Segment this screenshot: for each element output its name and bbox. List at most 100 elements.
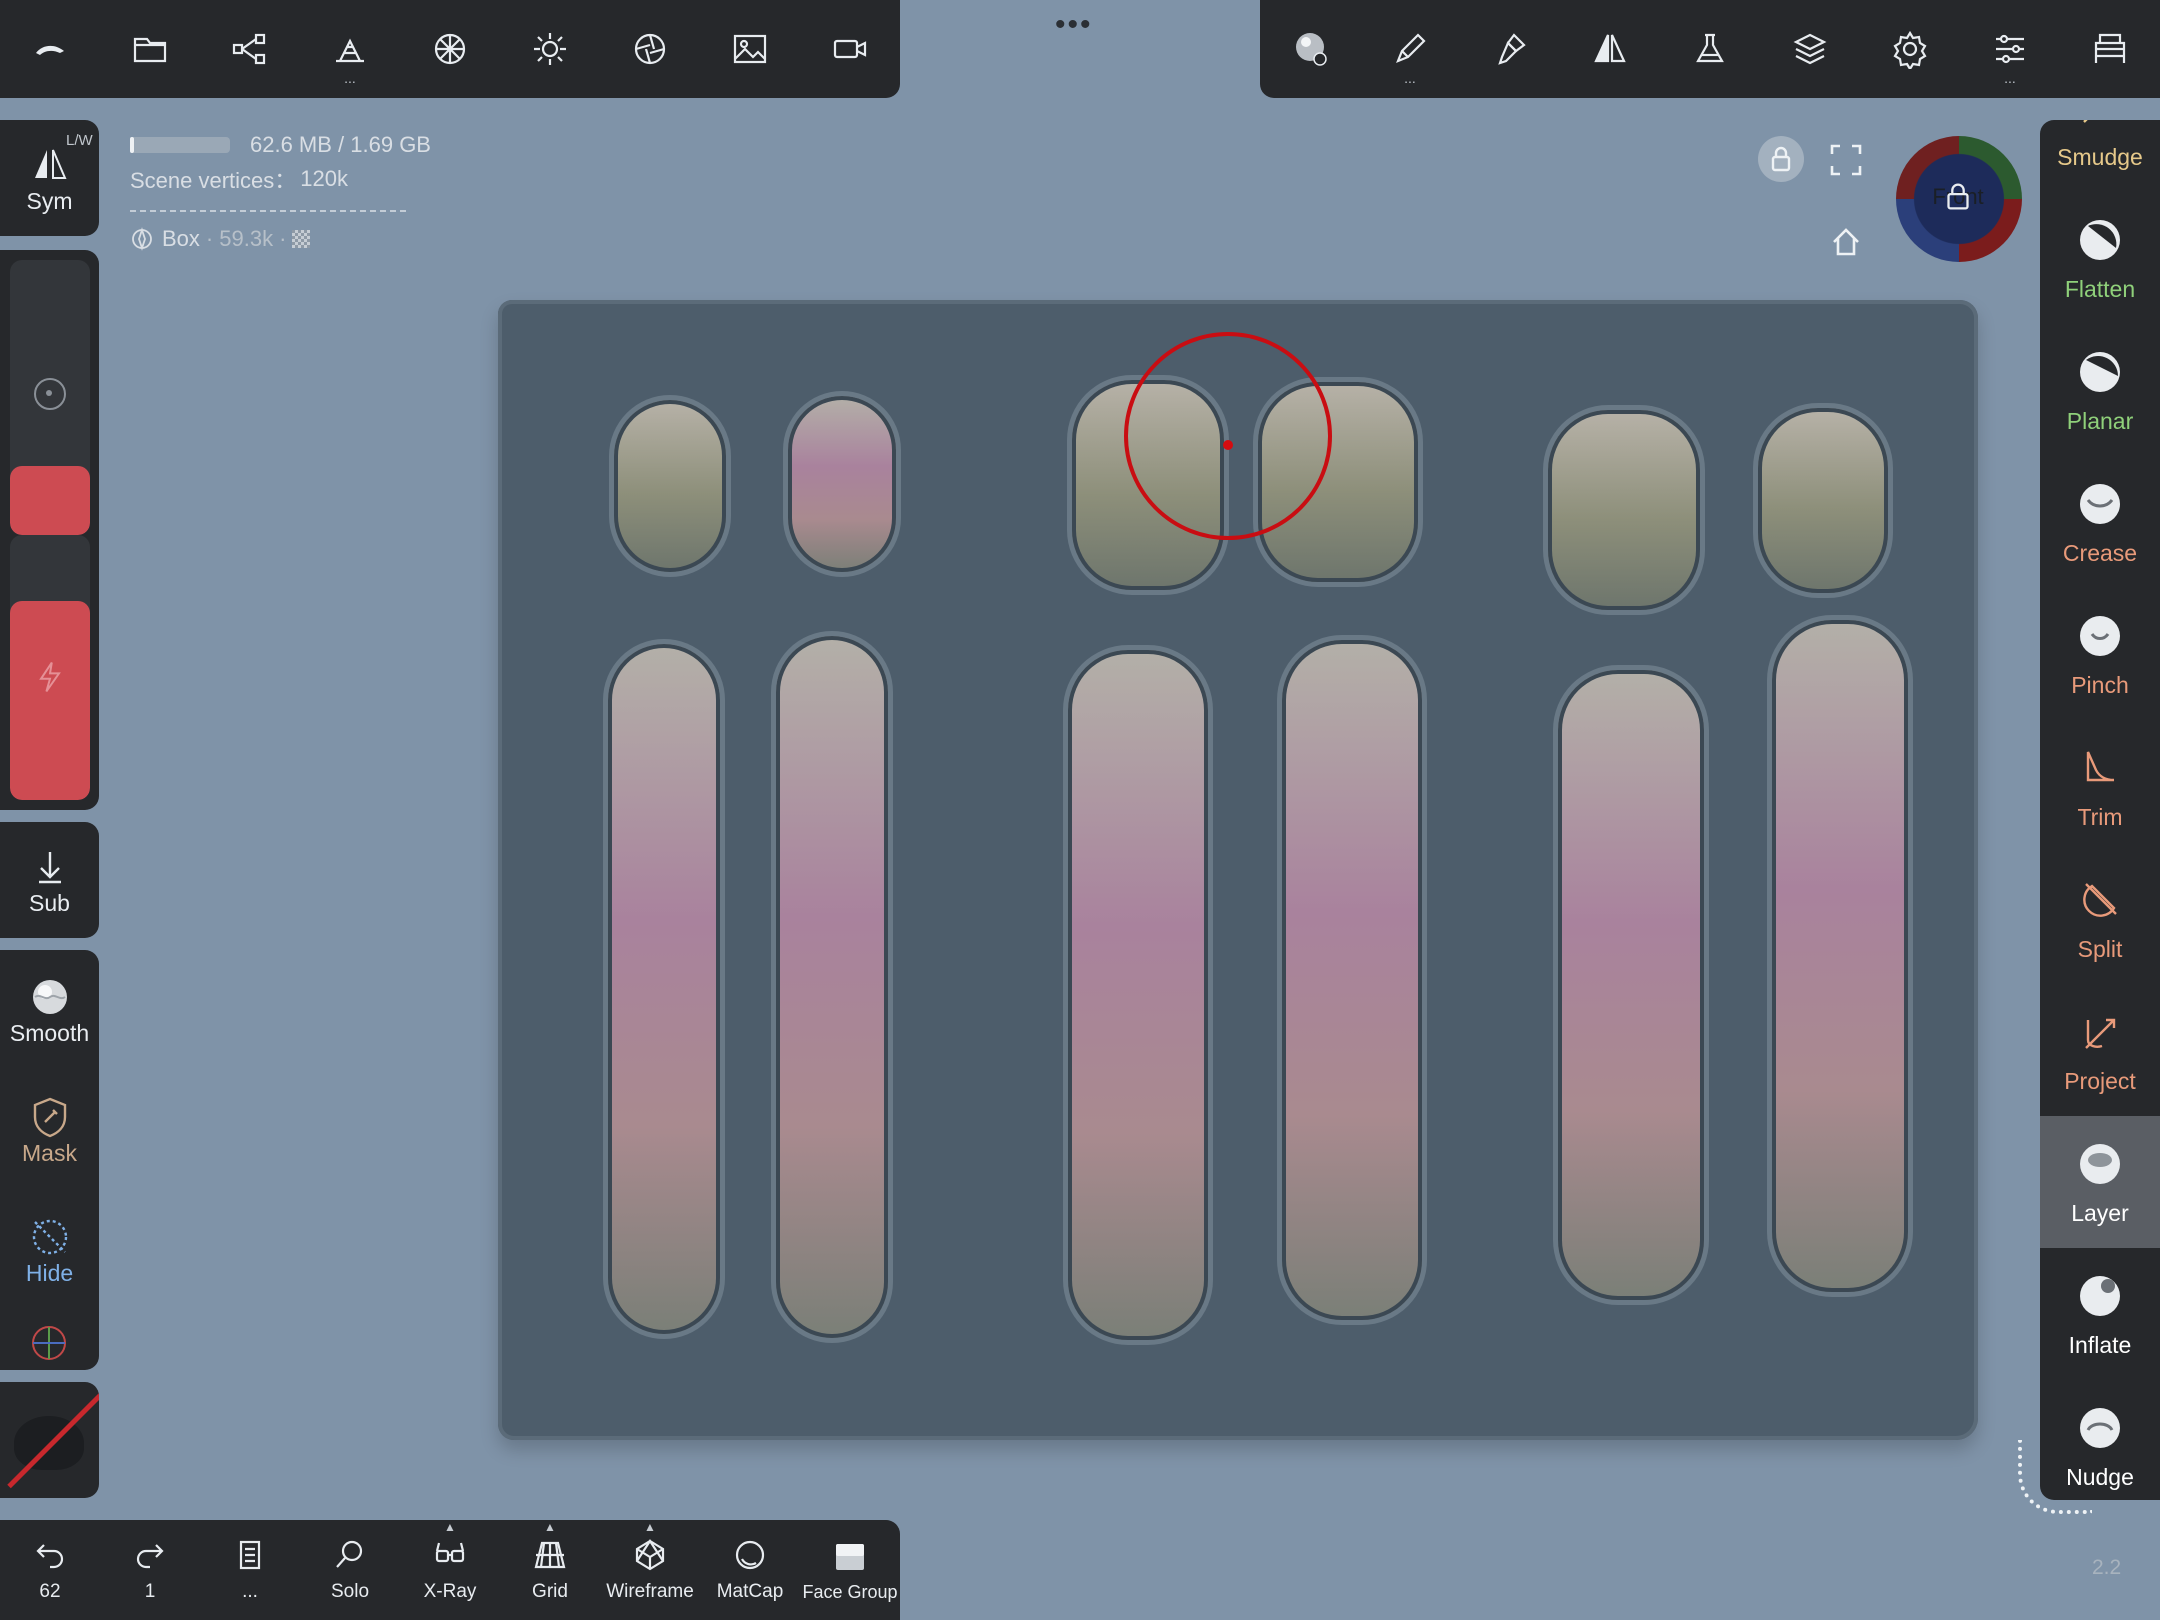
- hide-label: Hide: [25, 1259, 74, 1286]
- separator-dot: ·: [205, 226, 214, 251]
- camera-icon[interactable]: [800, 0, 900, 98]
- intensity-slider[interactable]: [10, 535, 90, 800]
- quick-tools-panel: Smooth Mask Hide: [0, 950, 99, 1370]
- wireframe-icon: [635, 1538, 665, 1571]
- wireframe-caret: ▲: [644, 1520, 656, 1534]
- layers-icon[interactable]: [1760, 0, 1860, 98]
- app-logo-icon[interactable]: [0, 0, 100, 98]
- smooth-button[interactable]: Smooth: [0, 950, 99, 1070]
- pinch-icon: [2080, 615, 2120, 656]
- material-preview-panel[interactable]: [0, 1382, 99, 1498]
- notes-label: ...: [242, 1581, 258, 1602]
- scroll-hint-dots: [2018, 1440, 2092, 1514]
- object-row[interactable]: Box · 59.3k ·: [130, 222, 431, 256]
- solo-label: Solo: [330, 1581, 370, 1602]
- mesh-object-icon: [132, 227, 152, 251]
- sliders-icon[interactable]: ...: [1960, 0, 2060, 98]
- top-left-toolbar: ...: [0, 0, 900, 98]
- scene-tree-icon[interactable]: [200, 0, 300, 98]
- topology-icon[interactable]: [400, 0, 500, 98]
- info-divider: [130, 210, 406, 212]
- notes-icon: [239, 1540, 261, 1570]
- material-icon[interactable]: [600, 0, 700, 98]
- tool-label: Layer: [2071, 1199, 2129, 1226]
- mesh-opening: [1282, 640, 1422, 1320]
- bottom-toolbar: 62 1 ... Solo ▲ X-Ray ▲ Grid ▲ Wireframe…: [0, 1520, 900, 1620]
- settings-gear-icon[interactable]: [1860, 0, 1960, 98]
- mesh-opening: [614, 400, 726, 572]
- grid-caret: ▲: [544, 1520, 556, 1534]
- intensity-slider-fill: [10, 601, 90, 800]
- planar-icon: [2080, 351, 2120, 392]
- gallery-icon[interactable]: [2060, 0, 2160, 98]
- face-group-label: Face Group: [802, 1581, 898, 1602]
- wireframe-label: Wireframe: [606, 1581, 694, 1602]
- mask-label: Mask: [22, 1139, 77, 1166]
- wireframe-button[interactable]: ▲ Wireframe: [600, 1520, 700, 1620]
- lighting-icon[interactable]: [500, 0, 600, 98]
- undo-button[interactable]: 62: [0, 1520, 100, 1620]
- gizmo-lock-icon: [1947, 183, 1969, 210]
- separator-dot: ·: [279, 226, 287, 251]
- xray-label: X-Ray: [423, 1581, 477, 1602]
- mask-button[interactable]: Mask: [0, 1070, 99, 1190]
- solo-button[interactable]: Solo: [300, 1520, 400, 1620]
- tool-crease[interactable]: Crease: [2040, 456, 2160, 588]
- matcap-button[interactable]: MatCap: [700, 1520, 800, 1620]
- lock-camera-button[interactable]: [1758, 136, 1804, 182]
- home-view-button[interactable]: [1826, 222, 1866, 262]
- transform-gizmo-icon[interactable]: [26, 1320, 72, 1366]
- solo-search-icon: [336, 1540, 363, 1568]
- hide-button[interactable]: Hide: [0, 1190, 99, 1310]
- sym-badge: L/W: [66, 132, 93, 149]
- sub-button[interactable]: Sub: [0, 822, 99, 938]
- tool-project[interactable]: Project: [2040, 984, 2160, 1116]
- tool-label: Crease: [2062, 539, 2138, 566]
- paint-brush-icon[interactable]: [1460, 0, 1560, 98]
- flask-icon[interactable]: [1660, 0, 1760, 98]
- add-primitives-icon[interactable]: ...: [300, 0, 400, 98]
- mesh-opening: [1068, 650, 1208, 1340]
- memory-bar-fill: [130, 137, 134, 153]
- tool-split[interactable]: Split: [2040, 852, 2160, 984]
- size-slider[interactable]: [10, 260, 90, 535]
- menu-dots[interactable]: •••: [1055, 8, 1093, 42]
- face-group-button[interactable]: Face Group: [800, 1520, 900, 1620]
- image-icon[interactable]: [700, 0, 800, 98]
- tool-label: Planar: [2066, 407, 2134, 434]
- mesh-opening: [1758, 408, 1888, 593]
- matcap-icon: [735, 1540, 765, 1570]
- brush-pen-icon[interactable]: ...: [1360, 0, 1460, 98]
- folder-icon[interactable]: [100, 0, 200, 98]
- split-icon: [2083, 882, 2117, 917]
- matcap-label: MatCap: [716, 1581, 784, 1602]
- xray-button[interactable]: ▲ X-Ray: [400, 1520, 500, 1620]
- flatten-icon: [2080, 219, 2120, 260]
- brush-cursor: [1124, 332, 1332, 540]
- tool-smudge[interactable]: Smudge: [2040, 120, 2160, 192]
- scene-info: 62.6 MB / 1.69 GB Scene vertices： 120k B…: [130, 128, 431, 256]
- undo-count: 62: [39, 1581, 61, 1602]
- sym-label: Sym: [26, 187, 73, 214]
- notes-button[interactable]: ...: [200, 1520, 300, 1620]
- project-icon: [2085, 1018, 2116, 1049]
- tool-layer[interactable]: Layer: [2040, 1116, 2160, 1248]
- home-icon: [1833, 228, 1859, 256]
- scene-vertices-value: 120k: [300, 166, 349, 191]
- grid-button[interactable]: ▲ Grid: [500, 1520, 600, 1620]
- symmetry-icon[interactable]: [1560, 0, 1660, 98]
- tool-label: Flatten: [2064, 275, 2136, 302]
- object-name: Box: [162, 226, 200, 251]
- checker-icon: [292, 230, 311, 248]
- size-slider-fill: [10, 466, 90, 535]
- tool-flatten[interactable]: Flatten: [2040, 192, 2160, 324]
- tool-pinch[interactable]: Pinch: [2040, 588, 2160, 720]
- tool-trim[interactable]: Trim: [2040, 720, 2160, 852]
- tool-planar[interactable]: Planar: [2040, 324, 2160, 456]
- tool-label: Smudge: [2057, 143, 2143, 170]
- tool-inflate[interactable]: Inflate: [2040, 1248, 2160, 1380]
- fullscreen-button[interactable]: [1826, 140, 1866, 180]
- mask-shield-icon: [33, 1097, 66, 1137]
- redo-button[interactable]: 1: [100, 1520, 200, 1620]
- matcap-ball-icon[interactable]: [1260, 0, 1360, 98]
